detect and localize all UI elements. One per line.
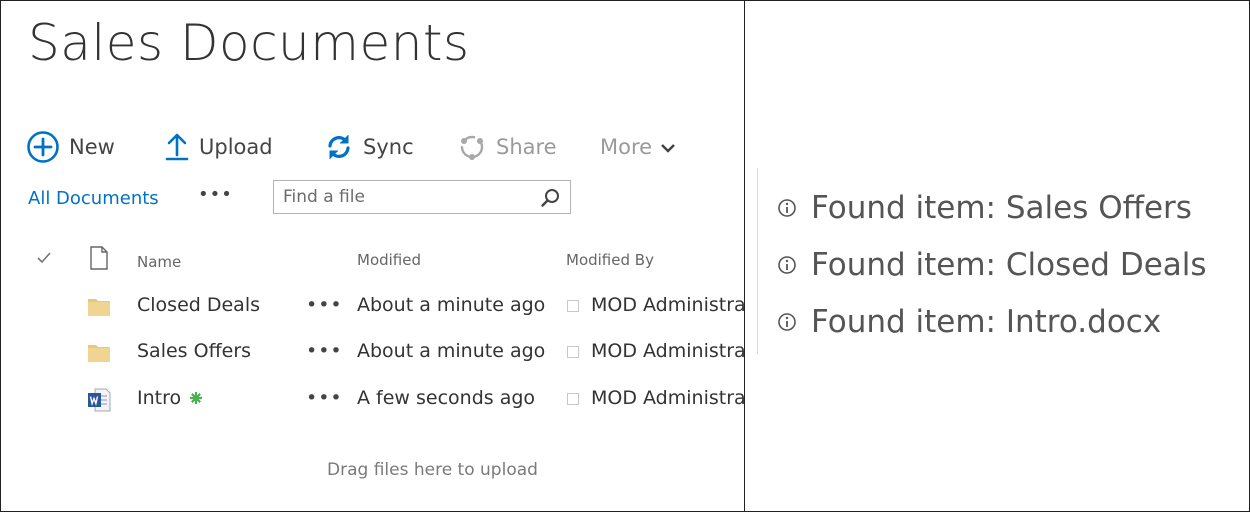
file-list-header: Name Modified Modified By [0,246,744,274]
presence-indicator [567,393,579,405]
row-menu-ellipsis[interactable]: ••• [306,340,343,362]
new-button-label: New [69,135,115,159]
file-modified-by[interactable]: MOD Administra [591,340,744,362]
share-button[interactable]: Share [457,127,557,167]
info-icon [777,312,797,332]
result-item: Found item: Closed Deals [777,247,1207,283]
result-item: Found item: Intro.docx [777,304,1161,340]
find-file-input[interactable] [274,181,533,213]
upload-button-label: Upload [199,135,273,159]
presence-indicator [567,300,579,312]
file-row[interactable]: Closed Deals ••• About a minute ago MOD … [0,288,744,326]
info-icon [777,255,797,275]
result-text: Found item: Sales Offers [811,190,1192,226]
presence-indicator [567,346,579,358]
share-icon [457,132,487,162]
folder-icon [87,341,111,368]
document-icon [89,246,109,274]
row-menu-ellipsis[interactable]: ••• [306,294,343,316]
column-header-modified-by[interactable]: Modified By [566,251,654,269]
document-library-panel: Sales Documents New Upload Sync Share Mo… [0,0,744,512]
drop-zone-hint: Drag files here to upload [327,460,538,480]
file-modified-by[interactable]: MOD Administra [591,294,744,316]
file-modified: A few seconds ago [357,387,536,409]
file-modified: About a minute ago [357,294,546,316]
chevron-down-icon [660,135,676,159]
view-bar: All Documents ••• [0,180,744,218]
new-button[interactable]: New [26,127,115,167]
find-file-box [273,180,571,214]
sync-icon [324,132,354,162]
sync-button[interactable]: Sync [324,127,414,167]
file-name-text: Intro [137,387,182,409]
add-circle-icon [26,130,60,164]
upload-button[interactable]: Upload [164,127,273,167]
result-text: Found item: Closed Deals [811,247,1207,283]
folder-icon [87,295,111,322]
search-icon[interactable] [540,187,562,213]
file-name-link[interactable]: Closed Deals [137,294,260,316]
results-divider [757,168,758,354]
view-all-documents[interactable]: All Documents [28,188,159,209]
new-badge-icon [189,388,203,410]
library-title: Sales Documents [28,14,470,72]
file-name-link[interactable]: Intro [137,387,203,410]
checkmark-icon[interactable] [36,250,52,270]
column-header-modified[interactable]: Modified [357,251,421,269]
sync-button-label: Sync [363,135,414,159]
file-modified: About a minute ago [357,340,546,362]
result-text: Found item: Intro.docx [811,304,1162,340]
results-panel: Found item: Sales Offers Found item: Clo… [745,0,1249,512]
file-row[interactable]: Sales Offers ••• About a minute ago MOD … [0,334,744,372]
word-file-icon [87,388,111,417]
result-item: Found item: Sales Offers [777,190,1192,226]
more-button-label: More [600,135,653,159]
row-menu-ellipsis[interactable]: ••• [306,387,343,409]
more-button[interactable]: More [600,127,676,167]
info-icon [777,198,797,218]
view-options-ellipsis[interactable]: ••• [198,184,233,205]
upload-arrow-icon [164,132,190,162]
column-header-name[interactable]: Name [137,253,181,271]
file-row[interactable]: Intro ••• A few seconds ago MOD Administ… [0,381,744,419]
share-button-label: Share [496,135,557,159]
file-modified-by[interactable]: MOD Administra [591,387,744,409]
file-name-link[interactable]: Sales Offers [137,340,251,362]
